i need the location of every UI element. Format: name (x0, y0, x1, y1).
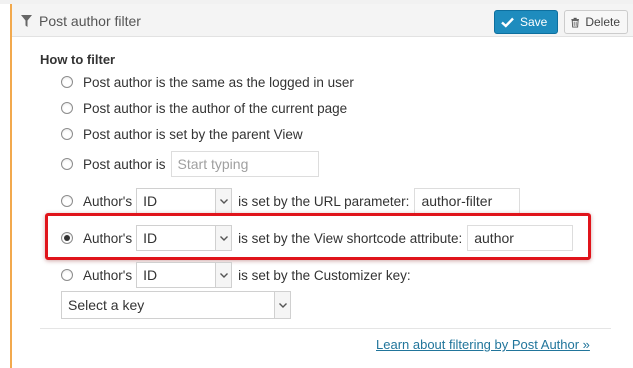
option-label: Post author is the author of the current… (83, 100, 348, 116)
radio-parent-view[interactable] (61, 128, 73, 140)
radio-logged-in-user[interactable] (61, 76, 73, 88)
customizer-key-select[interactable]: Select a key (61, 291, 291, 319)
option-label: Post author is the same as the logged in… (83, 74, 354, 90)
customizer-key-select-value: Select a key (68, 297, 145, 313)
author-field-select[interactable]: ID (136, 188, 233, 214)
option-parent-view: Post author is set by the parent View (61, 122, 303, 146)
divider (40, 328, 611, 329)
save-button-label: Save (520, 15, 548, 29)
authors-prefix-label: Author's (83, 267, 133, 283)
author-search-input[interactable] (170, 151, 319, 177)
chevron-down-icon (215, 263, 232, 287)
radio-customizer-key[interactable] (61, 269, 73, 281)
chevron-down-icon (274, 292, 290, 318)
save-button[interactable]: Save (494, 10, 558, 34)
option-label: Post author is set by the parent View (83, 126, 303, 142)
delete-button-label: Delete (585, 15, 620, 29)
panel-header: Post author filter Save Delete (12, 4, 633, 37)
option-specific-author: Post author is (61, 150, 319, 178)
how-to-filter-heading: How to filter (40, 52, 116, 67)
author-field-select-value: ID (143, 267, 158, 283)
customizer-key-label: is set by the Customizer key: (238, 267, 411, 283)
checkmark-icon (501, 17, 514, 28)
author-field-select-value: ID (143, 193, 158, 209)
url-parameter-label: is set by the URL parameter: (238, 193, 410, 209)
filter-icon (21, 15, 32, 27)
option-customizer-key: Author's ID is set by the Customizer key… (61, 261, 411, 289)
panel-title: Post author filter (39, 13, 141, 29)
url-parameter-input[interactable] (414, 188, 521, 214)
option-label: Post author is (83, 156, 166, 172)
trash-icon (571, 17, 579, 27)
author-field-select[interactable]: ID (136, 262, 233, 288)
option-url-parameter: Author's ID is set by the URL parameter: (61, 187, 521, 215)
radio-current-page-author[interactable] (61, 102, 73, 114)
option-logged-in-user: Post author is the same as the logged in… (61, 70, 354, 94)
option-current-page-author: Post author is the author of the current… (61, 96, 347, 120)
post-author-filter-panel: Post author filter Save Delete How to fi… (10, 4, 633, 368)
radio-url-parameter[interactable] (61, 195, 73, 207)
delete-button[interactable]: Delete (564, 10, 628, 34)
highlight-box (45, 213, 591, 260)
radio-specific-author[interactable] (61, 158, 73, 170)
authors-prefix-label: Author's (83, 193, 133, 209)
learn-about-filtering-link[interactable]: Learn about filtering by Post Author » (376, 337, 590, 352)
chevron-down-icon (215, 189, 232, 213)
